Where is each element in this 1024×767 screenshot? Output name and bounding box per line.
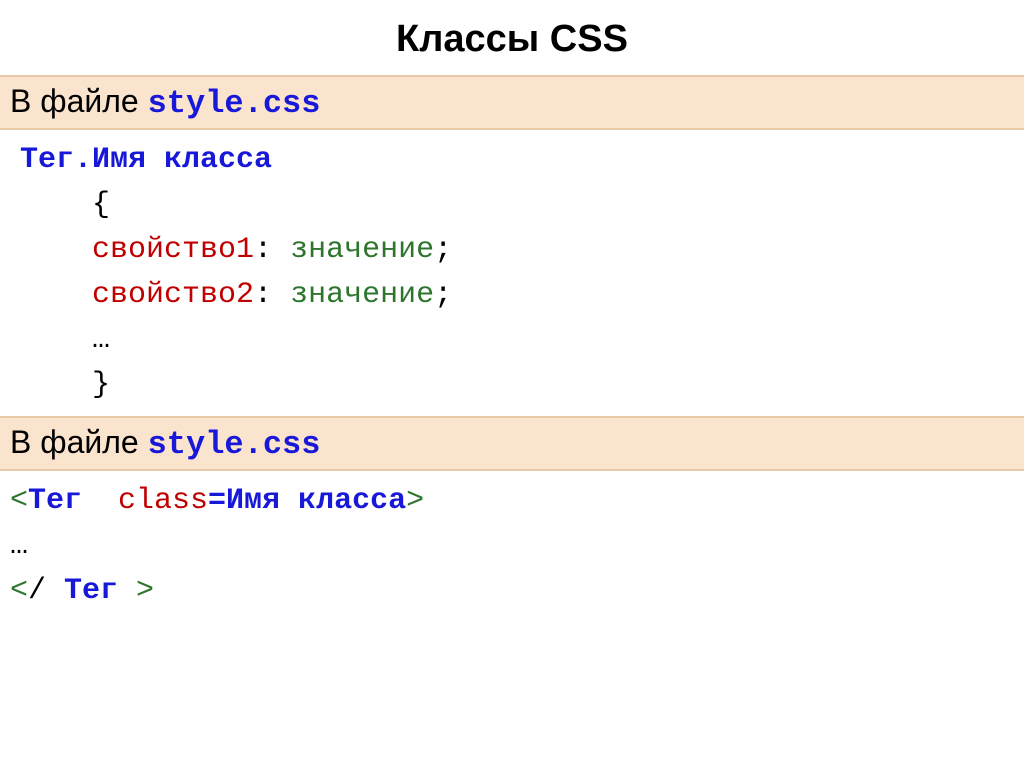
close-slash: / bbox=[28, 574, 46, 608]
code-block-2: <Тег class=Имя класса> … </ Тег > bbox=[0, 471, 1024, 622]
lt2: < bbox=[10, 574, 28, 608]
close-brace-line: } bbox=[20, 363, 1004, 408]
close-tag-name: Тег bbox=[46, 574, 136, 608]
page-title: Классы CSS bbox=[0, 0, 1024, 75]
section-header-1: В файле style.css bbox=[0, 75, 1024, 130]
colon2: : bbox=[254, 278, 272, 312]
section2-filename: style.css bbox=[148, 426, 321, 463]
code-block-1: Тег.Имя класса { свойство1: значение; св… bbox=[0, 130, 1024, 416]
gt2: > bbox=[136, 574, 154, 608]
prop1-name: свойство1 bbox=[92, 233, 254, 267]
section1-prefix: В файле bbox=[10, 83, 148, 119]
indent2 bbox=[20, 278, 92, 312]
prop1-line: свойство1: значение; bbox=[20, 228, 1004, 273]
gt1: > bbox=[406, 484, 424, 518]
open-tag-line: <Тег class=Имя класса> bbox=[10, 479, 1004, 524]
tag-open: Тег bbox=[28, 484, 118, 518]
section1-filename: style.css bbox=[148, 85, 321, 122]
prop1-val: значение bbox=[272, 233, 434, 267]
attr-name: class bbox=[118, 484, 208, 518]
prop2-val: значение bbox=[272, 278, 434, 312]
indent1 bbox=[20, 233, 92, 267]
prop2-name: свойство2 bbox=[92, 278, 254, 312]
semi2: ; bbox=[434, 278, 452, 312]
selector-line: Тег.Имя класса bbox=[20, 138, 1004, 183]
ellipsis-line-2: … bbox=[10, 524, 1004, 569]
section2-prefix: В файле bbox=[10, 424, 148, 460]
selector-text: Тег.Имя класса bbox=[20, 143, 272, 177]
colon1: : bbox=[254, 233, 272, 267]
close-tag-line: </ Тег > bbox=[10, 569, 1004, 614]
open-brace-line: { bbox=[20, 183, 1004, 228]
semi1: ; bbox=[434, 233, 452, 267]
lt1: < bbox=[10, 484, 28, 518]
eq-val: =Имя класса bbox=[208, 484, 406, 518]
ellipsis-line-1: … bbox=[20, 318, 1004, 363]
section-header-2: В файле style.css bbox=[0, 416, 1024, 471]
prop2-line: свойство2: значение; bbox=[20, 273, 1004, 318]
